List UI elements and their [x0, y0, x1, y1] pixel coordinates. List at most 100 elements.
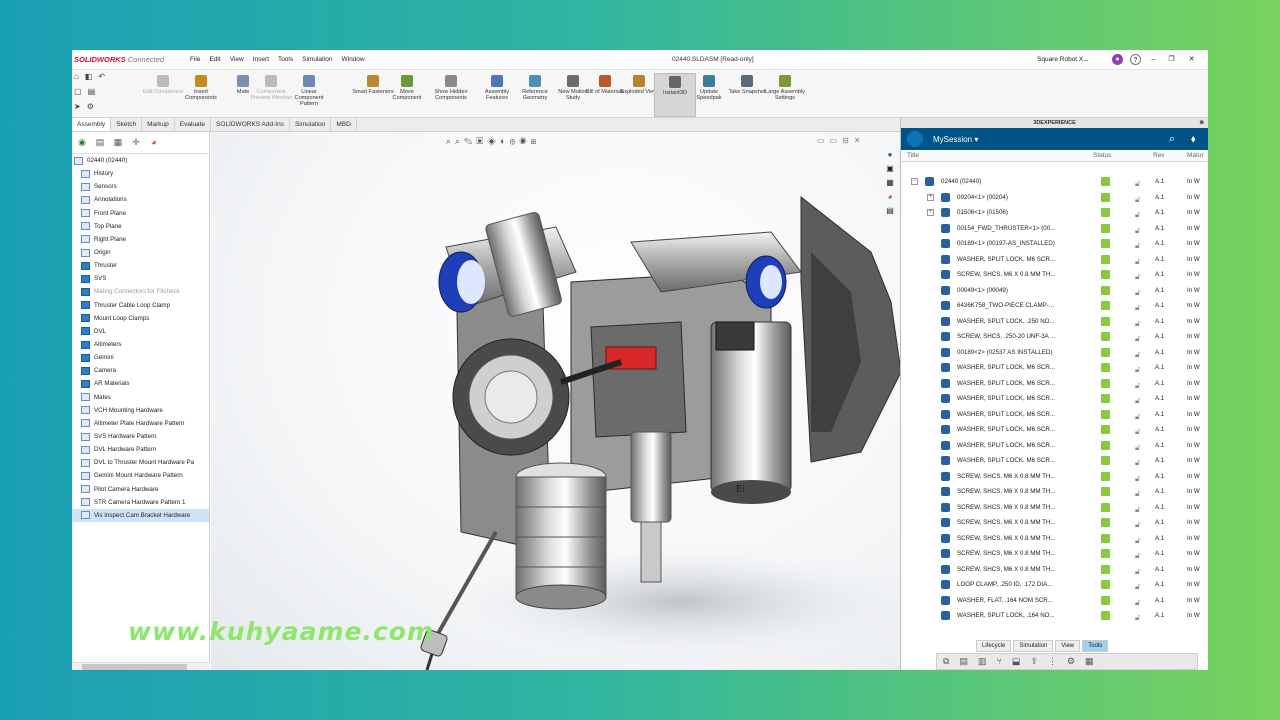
tab-solidworks-add-ins[interactable]: SOLIDWORKS Add-Ins [211, 118, 290, 131]
col-maturity[interactable]: Matur [1187, 152, 1204, 159]
tree-item-top-plane[interactable]: Top Plane [72, 220, 209, 233]
xp-tab-simulation[interactable]: Simulation [1013, 640, 1054, 652]
lock-icon[interactable]: 🔓︎ [1135, 610, 1140, 626]
ribbon-assembly-features-button[interactable]: Assembly Features [476, 73, 518, 117]
col-status[interactable]: Status [1093, 152, 1111, 159]
table-row[interactable]: +01506<1> (01506) 🔓︎ A.1 In W [901, 205, 1208, 221]
tree-item-vch-mounting-hardware[interactable]: VCH Mounting Hardware [72, 404, 209, 417]
ribbon-linear-component-pattern-button[interactable]: Linear Component Pattern [288, 73, 330, 117]
tree-item-altimeters[interactable]: Altimeters [72, 338, 209, 351]
report-icon[interactable]: ▦ [1085, 656, 1094, 667]
table-row[interactable]: WASHER, SPLIT LOCK, .250 NO... 🔓︎ A.1 In W [901, 314, 1208, 330]
expand-icon[interactable]: + [927, 209, 934, 216]
table-row[interactable]: SCREW, SHCS, M6 X 0.8 MM TH... 🔓︎ A.1 In W [901, 546, 1208, 562]
select-icon[interactable]: ➤ [74, 102, 81, 114]
table-row[interactable]: SCREW, SHCS, M6 X 0.8 MM TH... 🔓︎ A.1 In W [901, 515, 1208, 531]
structure-icon[interactable]: ⧉ [943, 656, 949, 667]
tree-item-gemini-mount-hardware-pattern[interactable]: Gemini Mount Hardware Pattern [72, 469, 209, 482]
tree-item-str-camera-hardware-pattern-1[interactable]: STR Camera Hardware Pattern 1 [72, 496, 209, 509]
ribbon-component-preview-window-button[interactable]: Component Preview Window [250, 73, 292, 117]
menu-window[interactable]: Window [341, 56, 364, 63]
help-icon[interactable]: ? [1130, 54, 1141, 65]
table-row[interactable]: 00189<1> (00197-AS_INSTALLED) 🔓︎ A.1 In W [901, 236, 1208, 252]
tree-item-pilot-camera-hardware[interactable]: Pilot Camera Hardware [72, 483, 209, 496]
restore-icon[interactable]: ❐ [1166, 54, 1177, 65]
table-row[interactable]: 00049<1> (00049) 🔓︎ A.1 In W [901, 283, 1208, 299]
tree-item-mount-loop-clamps[interactable]: Mount Loop Clamps [72, 312, 209, 325]
print-icon[interactable]: ▤ [88, 87, 96, 99]
tree-item-dvl[interactable]: DVL [72, 325, 209, 338]
tree-item-sensors[interactable]: Sensors [72, 180, 209, 193]
undo-icon[interactable]: ↶ [98, 72, 105, 84]
compass-icon[interactable] [907, 131, 923, 147]
table-row[interactable]: WASHER, SPLIT LOCK, M6 SCR... 🔓︎ A.1 In W [901, 453, 1208, 469]
table-row[interactable]: WASHER, SPLIT LOCK, M6 SCR... 🔓︎ A.1 In W [901, 391, 1208, 407]
filter-icon[interactable]: ⋮ [1048, 656, 1057, 667]
new-icon[interactable]: ◧ [85, 72, 93, 84]
table-row[interactable]: SCREW, SHCS, M6 X 0.8 MM TH... 🔓︎ A.1 In W [901, 562, 1208, 578]
tree-item-mating-connectors-for-fitcheck[interactable]: Mating Connectors for Fitcheck [72, 285, 209, 298]
configuration-manager-icon[interactable]: ▦ [112, 136, 124, 148]
tree-item-svs[interactable]: SVS [72, 272, 209, 285]
tree-item-mates[interactable]: Mates [72, 391, 209, 404]
minimize-icon[interactable]: – [1148, 54, 1159, 65]
search-icon[interactable]: ⌕ [1169, 133, 1175, 146]
menu-view[interactable]: View [230, 56, 244, 63]
close-icon[interactable]: ✕ [1186, 54, 1197, 65]
tag-icon[interactable]: ⬧ [1191, 134, 1196, 145]
tree-item-right-plane[interactable]: Right Plane [72, 233, 209, 246]
tree-item-thruster[interactable]: Thruster [72, 259, 209, 272]
table-row[interactable]: WASHER, SPLIT LOCK, M6 SCR... 🔓︎ A.1 In W [901, 422, 1208, 438]
avatar[interactable]: ● [1112, 54, 1123, 65]
user-name[interactable]: Square Robot X... [1037, 56, 1089, 63]
tree-item-altimeter-plate-hardware-pattern[interactable]: Altimeter Plate Hardware Pattern [72, 417, 209, 430]
table-row[interactable]: LOOP CLAMP, .250 ID, .172 DIA... 🔓︎ A.1 In … [901, 577, 1208, 593]
ribbon-insert-components-button[interactable]: Insert Components [180, 73, 222, 117]
ribbon-update-speedpak-button[interactable]: Update Speedpak [688, 73, 730, 117]
menu-simulation[interactable]: Simulation [302, 56, 332, 63]
collapse-icon[interactable]: − [911, 178, 918, 185]
tree-item-svs-hardware-pattern[interactable]: SVS Hardware Pattern [72, 430, 209, 443]
ribbon-large-assembly-settings-button[interactable]: Large Assembly Settings [764, 73, 806, 117]
tab-mbd[interactable]: MBD [331, 118, 357, 131]
xp-tab-view[interactable]: View [1055, 640, 1081, 652]
xp-tab-lifecycle[interactable]: Lifecycle [976, 640, 1012, 652]
tab-simulation[interactable]: Simulation [290, 118, 332, 131]
menu-insert[interactable]: Insert [253, 56, 269, 63]
ribbon-move-component-button[interactable]: Move Component [386, 73, 428, 117]
panel-close-icon[interactable]: ⊗ [1199, 118, 1204, 128]
table-row[interactable]: +00204<1> (00204) 🔓︎ A.1 In W [901, 190, 1208, 206]
table-row[interactable]: 00154_FWD_THRUSTER<1> (00... 🔓︎ A.1 In W [901, 221, 1208, 237]
table-row[interactable]: 00189<2> (02537 AS INSTALLED) 🔓︎ A.1 In W [901, 345, 1208, 361]
ribbon-show-hidden-components-button[interactable]: Show Hidden Components [430, 73, 472, 117]
save-icon[interactable]: ⬓ [1012, 656, 1021, 667]
table-row[interactable]: WASHER, SPLIT LOCK, M6 SCR... 🔓︎ A.1 In W [901, 252, 1208, 268]
menu-tools[interactable]: Tools [278, 56, 293, 63]
col-title[interactable]: Title [907, 152, 919, 159]
file-icon[interactable]: ▢ [74, 87, 82, 99]
tree-item-history[interactable]: History [72, 167, 209, 180]
xp-tab-tools[interactable]: Tools [1082, 640, 1109, 652]
ribbon-take-snapshot-button[interactable]: Take Snapshot [726, 73, 768, 117]
display-manager-icon[interactable]: ◕ [148, 136, 160, 148]
tree-scrollbar[interactable] [72, 662, 210, 670]
tab-assembly[interactable]: Assembly [72, 118, 112, 131]
menu-edit[interactable]: Edit [209, 56, 220, 63]
tree-item-thruster-cable-loop-clamp[interactable]: Thruster Cable Loop Clamp [72, 299, 209, 312]
ribbon-reference-geometry-button[interactable]: Reference Geometry [514, 73, 556, 117]
table-row[interactable]: SCREW, SHCS, .250-20 UNF-3A ... 🔓︎ A.1 In W [901, 329, 1208, 345]
open-icon[interactable]: ▤ [959, 656, 968, 667]
table-row[interactable]: SCREW, SHCS, M6 X 0.8 MM TH... 🔓︎ A.1 In W [901, 469, 1208, 485]
tree-item-ar-materials[interactable]: AR Materials [72, 377, 209, 390]
table-row[interactable]: SCREW, SHCS, M6 X 0.8 MM TH... 🔓︎ A.1 In W [901, 500, 1208, 516]
table-row[interactable]: WASHER, SPLIT LOCK, M6 SCR... 🔓︎ A.1 In W [901, 438, 1208, 454]
tree-item-gemini[interactable]: Gemini [72, 351, 209, 364]
tree-item-annotations[interactable]: Annotations [72, 193, 209, 206]
assembly-model[interactable]: Ei [211, 132, 900, 670]
col-rev[interactable]: Rev [1153, 152, 1165, 159]
settings-icon[interactable]: ⚙ [1067, 656, 1075, 667]
expand-icon[interactable]: + [927, 193, 934, 201]
dimxpert-icon[interactable]: ✛ [130, 136, 142, 148]
tree-item-camera[interactable]: Camera [72, 364, 209, 377]
table-row[interactable]: SCREW, SHCS, M6 X 0.8 MM TH... 🔓︎ A.1 In W [901, 531, 1208, 547]
